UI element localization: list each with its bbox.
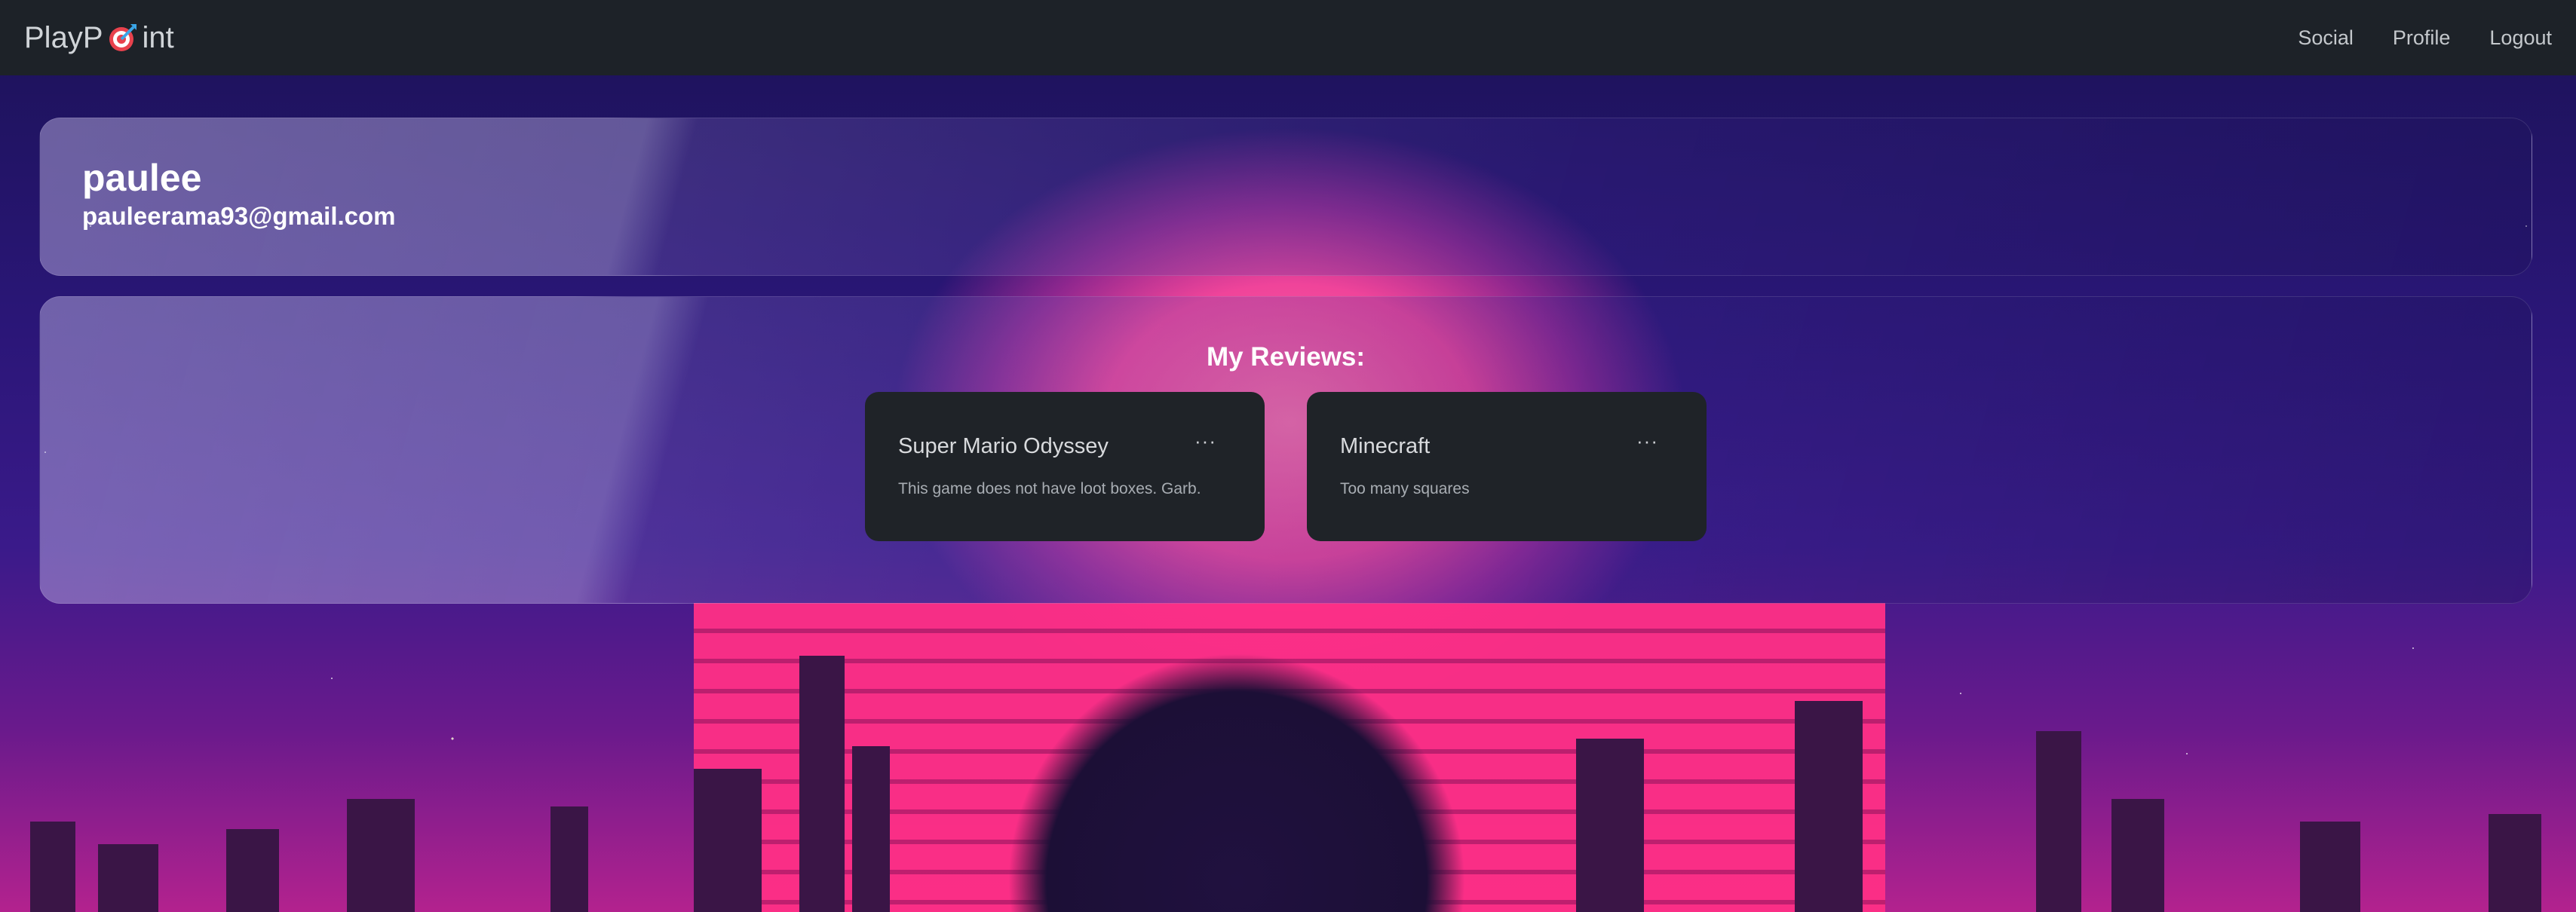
review-list: Super Mario Odyssey ··· This game does n… (40, 392, 2532, 541)
review-card: Super Mario Odyssey ··· This game does n… (865, 392, 1265, 541)
review-game-title: Minecraft (1340, 434, 1431, 458)
navbar: PlayP int Social Profile Logout (0, 0, 2576, 75)
user-email: pauleerama93@gmail.com (82, 202, 396, 230)
brand-logo[interactable]: PlayP int (24, 21, 174, 55)
more-options-icon[interactable]: ··· (1636, 431, 1658, 451)
target-icon (108, 23, 138, 53)
brand-prefix: PlayP (24, 20, 103, 54)
reviews-title: My Reviews: (1206, 342, 1366, 372)
review-game-title: Super Mario Odyssey (898, 434, 1109, 458)
nav-links: Social Profile Logout (2298, 26, 2552, 50)
reviews-panel: My Reviews: Super Mario Odyssey ··· This… (39, 296, 2532, 604)
username: paulee (82, 157, 202, 199)
brand-suffix: int (142, 20, 174, 54)
review-text: Too many squares (1340, 480, 1470, 497)
nav-link-social[interactable]: Social (2298, 26, 2354, 50)
profile-panel: paulee pauleerama93@gmail.com (39, 118, 2532, 276)
review-card: Minecraft ··· Too many squares (1307, 392, 1707, 541)
nav-link-logout[interactable]: Logout (2489, 26, 2552, 50)
city-skyline (0, 641, 2576, 912)
more-options-icon[interactable]: ··· (1194, 431, 1216, 451)
review-text: This game does not have loot boxes. Garb… (898, 480, 1201, 497)
nav-link-profile[interactable]: Profile (2393, 26, 2451, 50)
